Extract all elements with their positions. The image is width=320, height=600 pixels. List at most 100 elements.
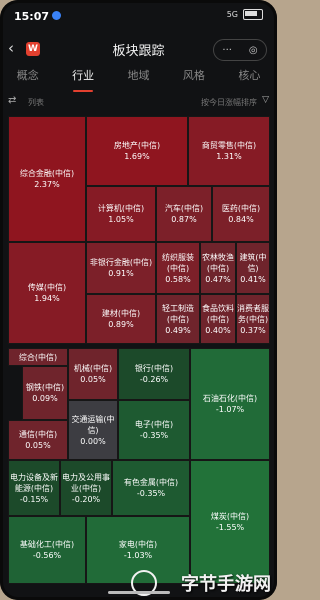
tile-light-manufacturing[interactable]: 轻工制造(中信) 0.49% bbox=[156, 294, 200, 344]
tab-core[interactable]: 核心 bbox=[222, 66, 277, 92]
status-icons: 5G bbox=[227, 9, 263, 20]
tile-value: 1.94% bbox=[34, 294, 60, 303]
battery-icon bbox=[243, 9, 263, 20]
tile-value: 0.05% bbox=[80, 375, 106, 384]
tile-label: 银行(中信) bbox=[134, 364, 174, 373]
toolbar: ⇄ 列表 按今日涨幅排序 ▽ bbox=[0, 92, 277, 112]
watermark: 字节手游网 bbox=[181, 574, 271, 595]
tile-label: 食品饮料(中信) bbox=[202, 303, 234, 324]
status-time: 15:07 bbox=[14, 10, 50, 23]
tile-value: 0.09% bbox=[32, 394, 58, 403]
tile-value: 0.49% bbox=[165, 325, 191, 335]
tile-machinery[interactable]: 机械(中信) 0.05% bbox=[68, 348, 118, 400]
tile-label: 轻工制造(中信) bbox=[162, 303, 194, 324]
tile-label: 电子(中信) bbox=[134, 420, 174, 429]
tile-non-bank-finance[interactable]: 非银行金融(中信) 0.91% bbox=[86, 242, 156, 294]
tile-agriculture[interactable]: 农林牧渔(中信) 0.47% bbox=[200, 242, 236, 294]
tile-media[interactable]: 传媒(中信) 1.94% bbox=[8, 242, 86, 344]
tile-label: 机械(中信) bbox=[73, 364, 113, 373]
tile-value: -0.35% bbox=[136, 489, 166, 498]
tab-style[interactable]: 风格 bbox=[166, 66, 221, 92]
tile-value: 0.37% bbox=[240, 325, 266, 335]
tile-label: 石油石化(中信) bbox=[202, 394, 258, 403]
status-bar: 15:07 5G bbox=[0, 0, 277, 34]
phone-screen: 15:07 5G ‹ W 板块跟踪 ··· ◎ 概念 行业 地域 风格 核心 ⇄… bbox=[0, 0, 277, 600]
location-icon bbox=[52, 11, 61, 20]
tile-label: 综合(中信) bbox=[18, 352, 58, 362]
tile-basic-chemicals[interactable]: 基础化工(中信) -0.56% bbox=[8, 516, 86, 584]
tile-nonferrous-metals[interactable]: 有色金属(中信) -0.35% bbox=[112, 460, 190, 516]
tile-electronics[interactable]: 电子(中信) -0.35% bbox=[118, 400, 190, 460]
tile-label: 建筑(中信) bbox=[239, 252, 267, 273]
tile-label: 建材(中信) bbox=[101, 309, 141, 318]
swap-icon[interactable]: ⇄ bbox=[8, 95, 16, 106]
tile-value: 0.58% bbox=[165, 274, 191, 284]
tile-construction[interactable]: 建筑(中信) 0.41% bbox=[236, 242, 270, 294]
tile-value: -0.26% bbox=[139, 375, 169, 384]
tile-value: -0.15% bbox=[19, 494, 49, 504]
tab-region[interactable]: 地域 bbox=[111, 66, 166, 92]
tile-transportation[interactable]: 交通运输(中信) 0.00% bbox=[68, 400, 118, 460]
tile-value: 0.05% bbox=[25, 441, 51, 450]
tile-value: -1.55% bbox=[215, 523, 245, 532]
close-icon[interactable]: ◎ bbox=[249, 45, 258, 56]
tile-power-equipment[interactable]: 电力设备及新能源(中信) -0.15% bbox=[8, 460, 60, 516]
tile-label: 煤炭(中信) bbox=[210, 512, 250, 521]
tile-utilities[interactable]: 电力及公用事业(中信) -0.20% bbox=[60, 460, 112, 516]
tile-value: 0.87% bbox=[171, 215, 197, 224]
more-icon[interactable]: ··· bbox=[222, 45, 232, 56]
tile-value: -1.03% bbox=[123, 551, 153, 560]
tile-value: 0.89% bbox=[108, 320, 134, 329]
filter-icon[interactable]: ▽ bbox=[262, 95, 269, 105]
tile-label: 计算机(中信) bbox=[97, 204, 145, 213]
tile-value: 1.31% bbox=[216, 152, 242, 161]
tile-comprehensive[interactable]: 综合(中信) bbox=[8, 348, 68, 366]
tile-pharma[interactable]: 医药(中信) 0.84% bbox=[212, 186, 270, 242]
tile-label: 医药(中信) bbox=[221, 204, 261, 213]
tab-concept[interactable]: 概念 bbox=[0, 66, 55, 92]
tile-value: 0.84% bbox=[228, 215, 254, 224]
tile-label: 交通运输(中信) bbox=[71, 414, 115, 435]
tile-coal[interactable]: 煤炭(中信) -1.55% bbox=[190, 460, 270, 584]
tile-comprehensive-finance[interactable]: 综合金融(中信) 2.37% bbox=[8, 116, 86, 242]
tile-consumer-services[interactable]: 消费者服务(中信) 0.37% bbox=[236, 294, 270, 344]
tile-label: 电力设备及新能源(中信) bbox=[10, 472, 58, 493]
tab-industry[interactable]: 行业 bbox=[55, 66, 110, 92]
tile-computer[interactable]: 计算机(中信) 1.05% bbox=[86, 186, 156, 242]
tile-real-estate[interactable]: 房地产(中信) 1.69% bbox=[86, 116, 188, 186]
tile-value: 0.40% bbox=[205, 325, 231, 335]
tile-label: 有色金属(中信) bbox=[123, 478, 179, 487]
network-label: 5G bbox=[226, 10, 238, 19]
tile-building-materials[interactable]: 建材(中信) 0.89% bbox=[86, 294, 156, 344]
home-indicator bbox=[108, 591, 170, 594]
tile-value: 1.69% bbox=[124, 152, 150, 161]
app-header: ‹ W 板块跟踪 ··· ◎ bbox=[0, 34, 277, 64]
tile-value: 0.91% bbox=[108, 269, 134, 278]
tile-label: 传媒(中信) bbox=[27, 283, 67, 292]
tile-label: 综合金融(中信) bbox=[19, 169, 75, 178]
tile-food-beverage[interactable]: 食品饮料(中信) 0.40% bbox=[200, 294, 236, 344]
tile-auto[interactable]: 汽车(中信) 0.87% bbox=[156, 186, 212, 242]
tile-label: 农林牧渔(中信) bbox=[202, 252, 234, 273]
tile-telecom[interactable]: 通信(中信) 0.05% bbox=[8, 420, 68, 460]
tile-value: -0.35% bbox=[139, 431, 169, 440]
tile-retail[interactable]: 商贸零售(中信) 1.31% bbox=[188, 116, 270, 186]
tile-label: 商贸零售(中信) bbox=[201, 141, 257, 150]
list-view-button[interactable]: 列表 bbox=[28, 97, 44, 108]
tile-value: 0.00% bbox=[80, 436, 106, 446]
tile-steel[interactable]: 钢铁(中信) 0.09% bbox=[22, 366, 68, 420]
tile-value: 2.37% bbox=[34, 180, 60, 189]
tile-label: 基础化工(中信) bbox=[19, 540, 75, 549]
tile-label: 汽车(中信) bbox=[164, 204, 204, 213]
tile-value: -0.20% bbox=[71, 494, 101, 504]
tile-petrochemical[interactable]: 石油石化(中信) -1.07% bbox=[190, 348, 270, 460]
sort-selector[interactable]: 按今日涨幅排序 bbox=[201, 97, 257, 108]
tile-value: -1.07% bbox=[215, 405, 245, 414]
tile-label: 通信(中信) bbox=[18, 430, 58, 439]
tile-label: 房地产(中信) bbox=[113, 141, 161, 150]
tile-label: 纺织服装(中信) bbox=[162, 252, 194, 273]
tile-value: -0.56% bbox=[32, 551, 62, 560]
tile-bank[interactable]: 银行(中信) -0.26% bbox=[118, 348, 190, 400]
tile-textile[interactable]: 纺织服装(中信) 0.58% bbox=[156, 242, 200, 294]
tile-label: 家电(中信) bbox=[118, 540, 158, 549]
